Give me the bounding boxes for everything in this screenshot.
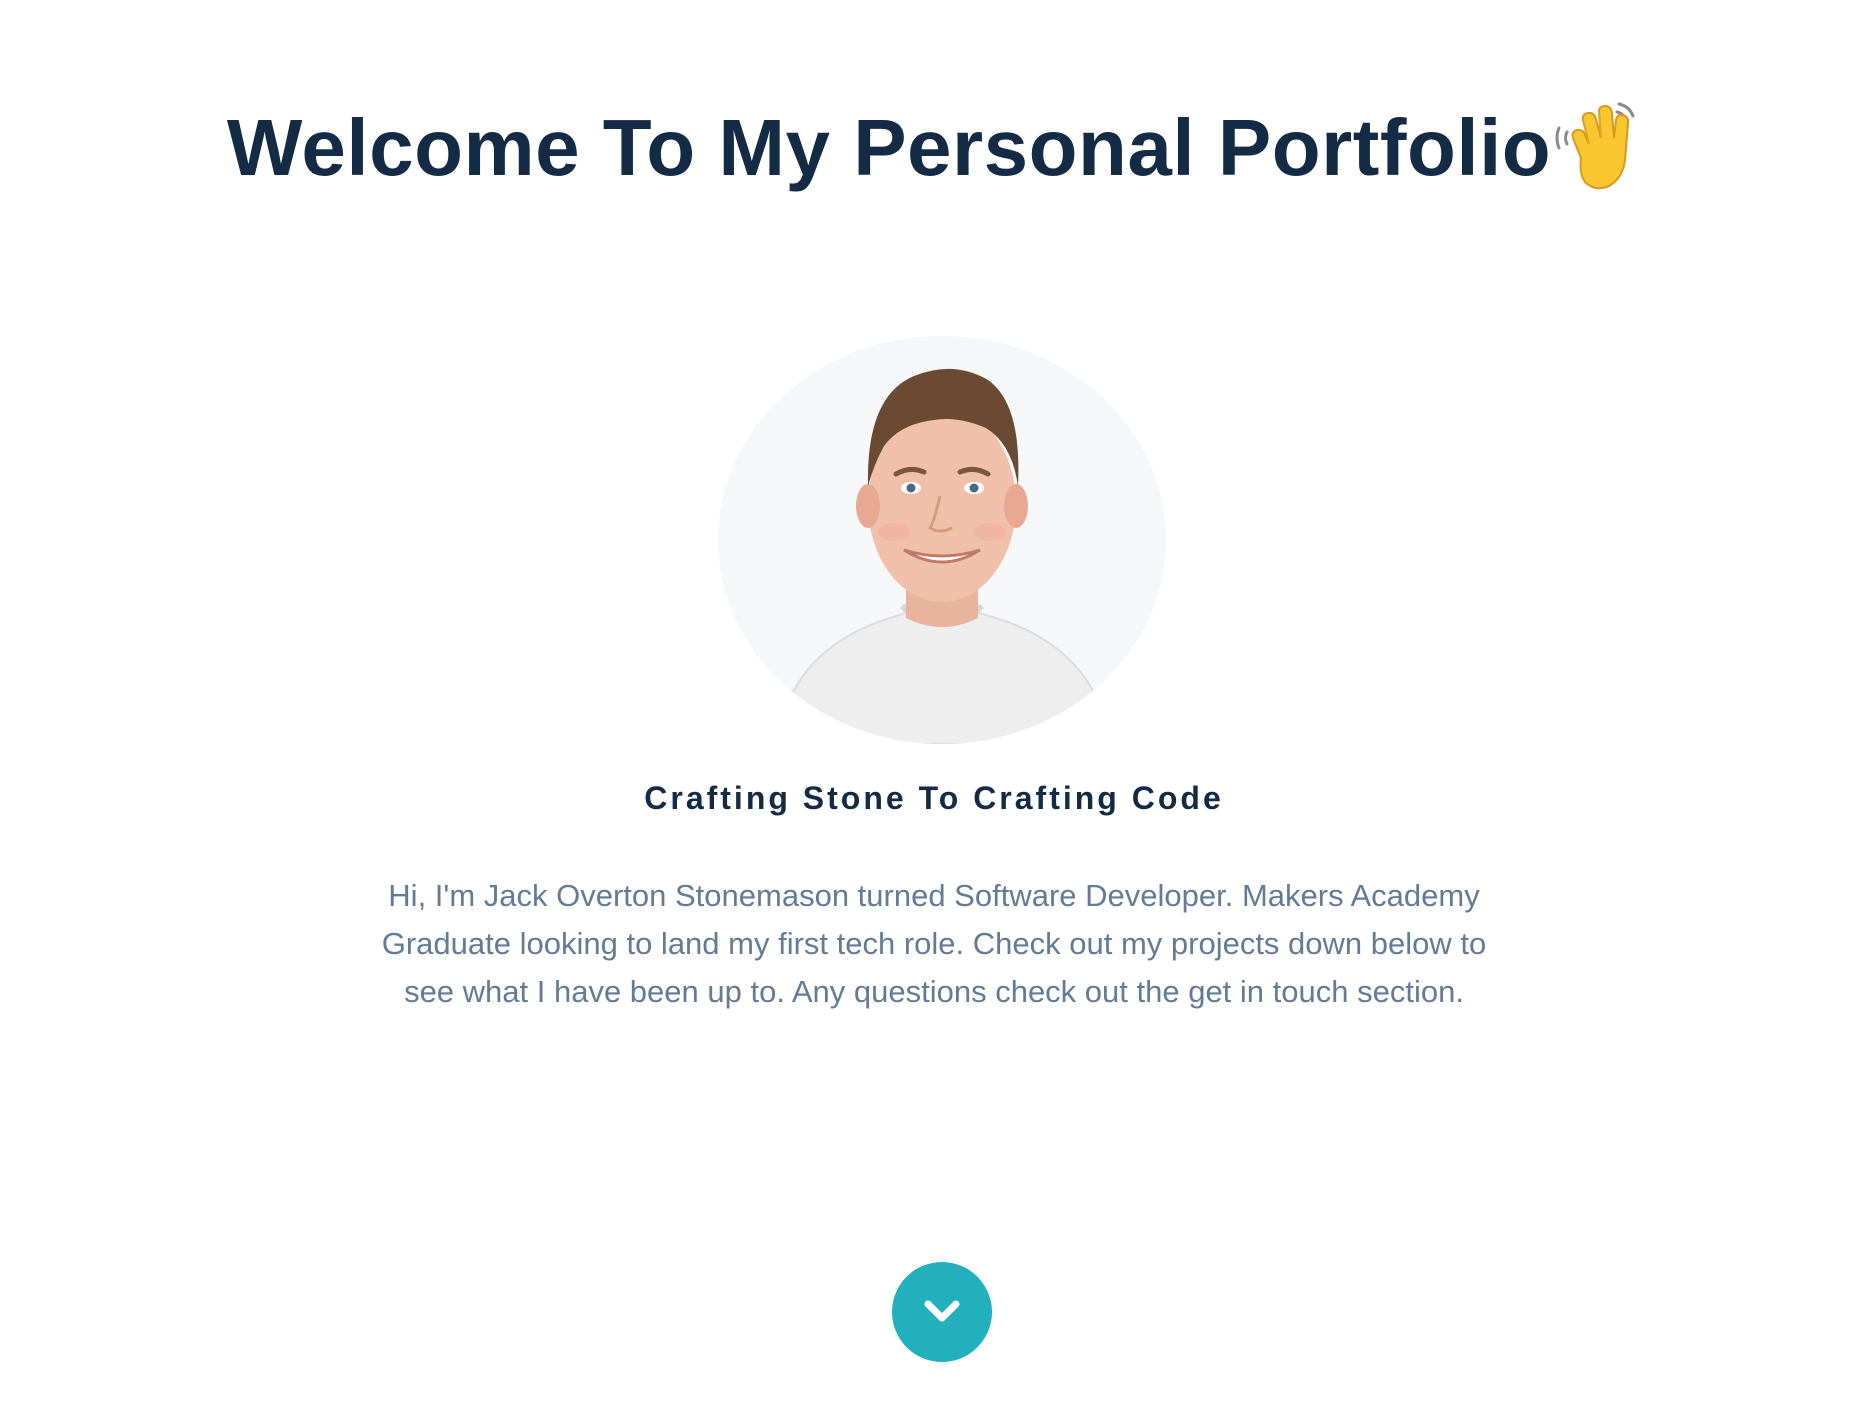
portrait-illustration [718,336,1166,744]
waving-hand-icon [1555,102,1635,190]
page-title-text: Welcome To My Personal Portfolio [226,103,1552,192]
scroll-down-button[interactable] [892,1262,992,1362]
tagline: Crafting Stone To Crafting Code [644,780,1224,816]
page-title: Welcome To My Personal Portfolio [0,98,1868,198]
profile-photo [718,336,1166,744]
intro-paragraph: Hi, I'm Jack Overton Stonemason turned S… [381,878,1487,1009]
chevron-down-icon [924,1300,960,1322]
hero-section: Welcome To My Personal Portfolio Craftin… [0,0,1868,1404]
